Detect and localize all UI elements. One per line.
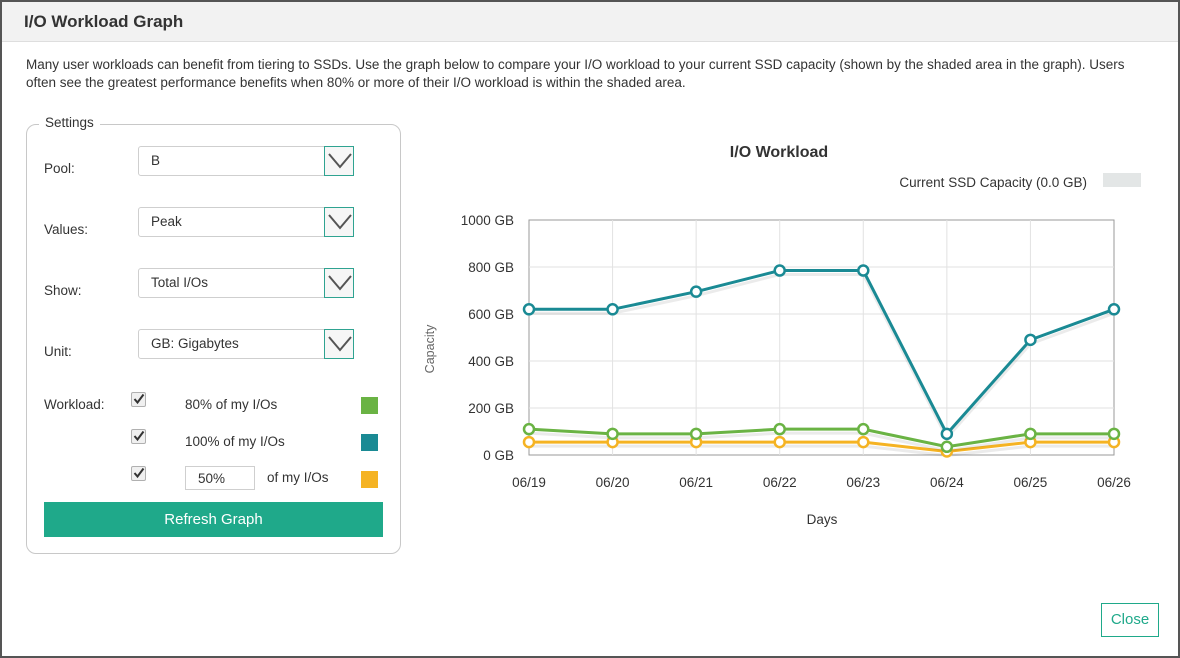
unit-dropdown-button[interactable]: [324, 329, 354, 359]
show-dropdown-button[interactable]: [324, 268, 354, 298]
data-point: [1024, 427, 1037, 441]
x-axis-title: Days: [807, 512, 838, 527]
settings-legend: Settings: [39, 115, 100, 130]
workload-custom-checkbox[interactable]: [131, 466, 146, 481]
dialog-description: Many user workloads can benefit from tie…: [26, 57, 1125, 90]
workload-100-label: 100% of my I/Os: [185, 434, 285, 449]
y-tick-label: 200 GB: [468, 401, 514, 416]
data-point: [522, 303, 536, 316]
pool-select[interactable]: B: [138, 146, 354, 176]
unit-value: GB: Gigabytes: [151, 336, 239, 351]
values-select[interactable]: Peak: [138, 207, 354, 237]
dialog-titlebar: I/O Workload Graph: [2, 2, 1178, 42]
data-point: [689, 285, 703, 298]
chevron-down-icon: [328, 153, 352, 169]
y-tick-label: 400 GB: [468, 354, 514, 369]
data-point: [773, 435, 786, 449]
data-point: [1107, 303, 1121, 316]
y-tick-label: 0 GB: [483, 448, 514, 463]
x-tick-label: 06/20: [596, 475, 630, 490]
x-tick-label: 06/23: [846, 475, 880, 490]
x-tick-label: 06/25: [1014, 475, 1048, 490]
io-workload-dialog: I/O Workload Graph Many user workloads c…: [0, 0, 1180, 658]
chevron-down-icon: [328, 275, 352, 291]
data-point: [857, 264, 870, 277]
checkmark-icon: [133, 467, 145, 479]
show-select[interactable]: Total I/Os: [138, 268, 354, 298]
data-point: [689, 427, 703, 441]
workload-percent-value: 50%: [198, 471, 226, 486]
chevron-down-icon: [328, 336, 352, 352]
pool-value: B: [151, 153, 161, 168]
workload-80-label: 80% of my I/Os: [185, 397, 278, 412]
workload-label: Workload:: [44, 397, 105, 412]
y-tick-label: 800 GB: [468, 260, 514, 275]
data-point: [606, 427, 619, 441]
x-tick-label: 06/21: [679, 475, 713, 490]
workload-custom-label: of my I/Os: [267, 470, 329, 485]
data-point: [857, 435, 870, 449]
y-tick-label: 600 GB: [468, 307, 514, 322]
settings-panel: Settings Pool: B Values: Peak Show: Tota…: [26, 115, 401, 554]
legend-label: Current SSD Capacity (0.0 GB): [899, 175, 1087, 190]
data-point: [940, 440, 954, 454]
data-point: [857, 422, 870, 436]
data-point: [773, 422, 786, 436]
workload-percent-input[interactable]: 50%: [185, 466, 255, 490]
checkmark-icon: [133, 430, 145, 442]
data-point: [522, 435, 536, 449]
values-dropdown-button[interactable]: [324, 207, 354, 237]
unit-label: Unit:: [44, 344, 72, 359]
values-value: Peak: [151, 214, 182, 229]
y-tick-label: 1000 GB: [461, 213, 514, 228]
workload-custom-swatch: [361, 471, 378, 488]
checkmark-icon: [133, 393, 145, 405]
data-point: [522, 422, 536, 436]
chevron-down-icon: [328, 214, 352, 230]
dialog-title: I/O Workload Graph: [24, 12, 184, 31]
y-axis-title: Capacity: [423, 324, 437, 373]
values-label: Values:: [44, 222, 89, 237]
data-point: [773, 264, 786, 277]
workload-80-swatch: [361, 397, 378, 414]
data-point: [606, 303, 619, 316]
workload-100-checkbox[interactable]: [131, 429, 146, 444]
x-tick-label: 06/19: [512, 475, 546, 490]
data-point: [940, 427, 954, 441]
data-point: [1107, 427, 1121, 441]
unit-select[interactable]: GB: Gigabytes: [138, 329, 354, 359]
workload-100-swatch: [361, 434, 378, 451]
refresh-graph-button[interactable]: Refresh Graph: [44, 502, 383, 537]
close-button[interactable]: Close: [1101, 603, 1159, 637]
x-tick-label: 06/24: [930, 475, 964, 490]
x-tick-label: 06/26: [1097, 475, 1131, 490]
pool-label: Pool:: [44, 161, 75, 176]
data-point: [1024, 333, 1037, 347]
show-label: Show:: [44, 283, 82, 298]
x-tick-label: 06/22: [763, 475, 797, 490]
pool-dropdown-button[interactable]: [324, 146, 354, 176]
legend-swatch: [1103, 173, 1141, 187]
chart-title: I/O Workload: [730, 144, 828, 161]
show-value: Total I/Os: [151, 275, 209, 290]
workload-80-checkbox[interactable]: [131, 392, 146, 407]
io-workload-chart: I/O Workload Current SSD Capacity (0.0 GB…: [423, 144, 1141, 527]
